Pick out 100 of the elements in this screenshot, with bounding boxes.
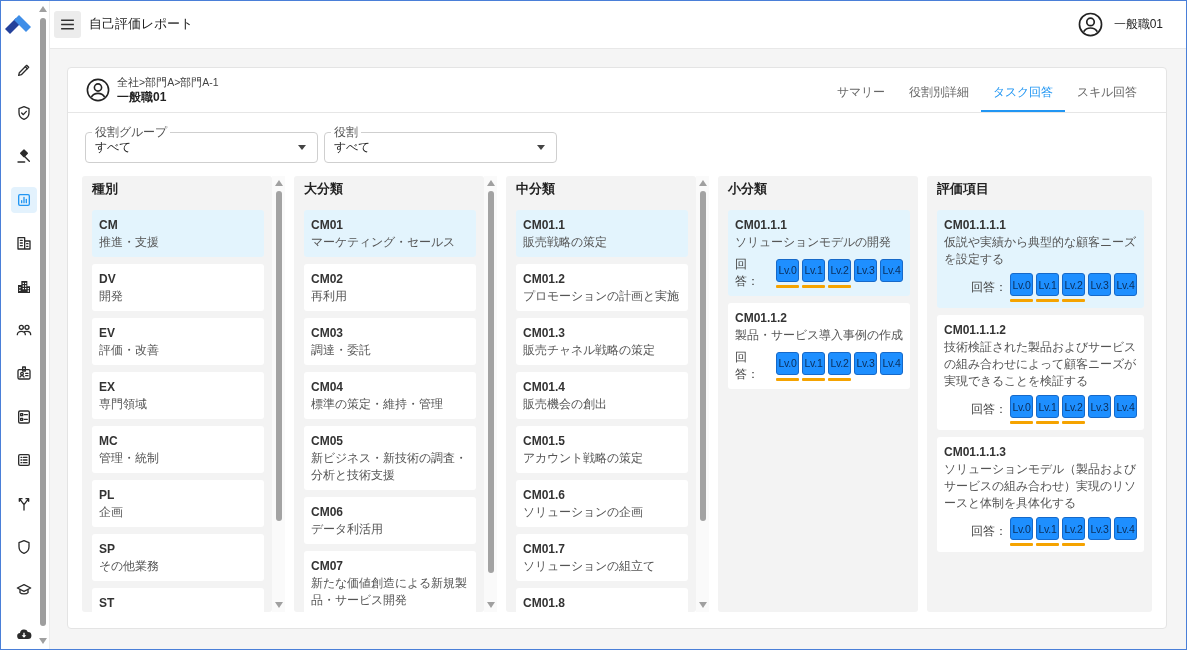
list-card[interactable]: CM01.1.1.1 仮説や実績から典型的な顧客ニーズを設定する 回答： Lv.0 Lv.1 Lv.2 Lv.3 Lv.4: [937, 210, 1144, 308]
level-button[interactable]: Lv.0: [1010, 517, 1033, 540]
list-card[interactable]: MC 管理・統制: [92, 426, 264, 473]
level-button[interactable]: Lv.3: [1088, 395, 1111, 418]
scrollbar[interactable]: [272, 176, 285, 612]
level-button[interactable]: Lv.1: [802, 351, 825, 375]
item-code: DV: [99, 271, 117, 288]
scrollbar[interactable]: [484, 176, 497, 612]
list-card[interactable]: CM01.8: [516, 588, 688, 612]
dropdown[interactable]: 役割 すべて: [324, 125, 557, 163]
level-button[interactable]: Lv.1: [802, 258, 825, 282]
checklist-icon: [16, 408, 32, 425]
item-code: CM01.3: [523, 325, 567, 342]
list-card[interactable]: CM06 データ利活用: [304, 497, 476, 544]
level-button[interactable]: Lv.2: [828, 258, 851, 282]
list-card[interactable]: CM 推進・支援: [92, 210, 264, 257]
list-card[interactable]: CM01.1 販売戦略の策定: [516, 210, 688, 257]
level-button[interactable]: Lv.4: [1114, 395, 1137, 418]
item-code: CM01.1.1.2: [944, 322, 1008, 339]
scroll-up-icon[interactable]: [486, 180, 495, 186]
level-button[interactable]: Lv.2: [1062, 517, 1085, 540]
list-card[interactable]: CM01.7 ソリューションの組立て: [516, 534, 688, 581]
item-code: CM01.2: [523, 271, 567, 288]
level-button[interactable]: Lv.0: [1010, 273, 1033, 296]
scroll-down-icon[interactable]: [486, 602, 495, 608]
item-code: EV: [99, 325, 116, 342]
item-code: SP: [99, 541, 116, 558]
bar-chart-icon: [16, 191, 32, 208]
item-code: CM01: [311, 217, 344, 234]
list-card[interactable]: EX 専門領域: [92, 372, 264, 419]
level-button[interactable]: Lv.2: [1062, 395, 1085, 418]
level-button[interactable]: Lv.3: [1088, 517, 1111, 540]
menu-button[interactable]: [54, 11, 81, 38]
list-card[interactable]: PL 企画: [92, 480, 264, 527]
level-button[interactable]: Lv.2: [1062, 273, 1085, 296]
scroll-down-icon[interactable]: [39, 638, 47, 644]
item-code: CM02: [311, 271, 344, 288]
level-button[interactable]: Lv.4: [1114, 517, 1137, 540]
tab[interactable]: サマリー: [825, 74, 897, 112]
level-button[interactable]: Lv.2: [828, 351, 851, 375]
level-button[interactable]: Lv.0: [1010, 395, 1033, 418]
list-card[interactable]: CM04 標準の策定・維持・管理: [304, 372, 476, 419]
list-card[interactable]: CM07 新たな価値創造による新規製品・サービス開発: [304, 551, 476, 612]
list-card[interactable]: CM02 再利用: [304, 264, 476, 311]
list-card[interactable]: DV 開発: [92, 264, 264, 311]
level-button[interactable]: Lv.1: [1036, 395, 1059, 418]
list-card[interactable]: CM01.1.1.2 技術検証された製品およびサービスの組み合わせによって顧客ニーズが実現できることを検証する 回答： Lv.0 Lv.1 Lv.2 Lv.3 Lv.4: [937, 315, 1144, 430]
item-code: CM01.5: [523, 433, 567, 450]
tab[interactable]: 役割別詳細: [897, 74, 981, 112]
scrollbar[interactable]: [696, 176, 709, 612]
dropdown[interactable]: 役割グループ すべて: [85, 125, 318, 163]
level-button[interactable]: Lv.4: [1114, 273, 1137, 296]
list-card[interactable]: CM01.1.2 製品・サービス導入事例の作成 回答： Lv.0 Lv.1 Lv.2 Lv.3 Lv.4: [728, 303, 910, 389]
level-button[interactable]: Lv.3: [1088, 273, 1111, 296]
level-button[interactable]: Lv.3: [854, 351, 877, 375]
level-button[interactable]: Lv.1: [1036, 517, 1059, 540]
scroll-up-icon[interactable]: [274, 180, 283, 186]
list-card[interactable]: CM01.5 アカウント戦略の策定: [516, 426, 688, 473]
answer-label: 回答：: [971, 401, 1007, 418]
list-card[interactable]: CM05 新ビジネス・新技術の調査・分析と技術支援: [304, 426, 476, 490]
item-code: CM07: [311, 558, 344, 575]
scroll-up-icon[interactable]: [698, 180, 707, 186]
scrollbar-thumb[interactable]: [40, 18, 46, 626]
scrollbar-thumb[interactable]: [699, 191, 706, 521]
scroll-down-icon[interactable]: [698, 602, 707, 608]
id-badge-icon: [16, 365, 32, 382]
list-card[interactable]: CM01.2 プロモーションの計画と実施: [516, 264, 688, 311]
item-code: MC: [99, 433, 119, 450]
scroll-down-icon[interactable]: [274, 602, 283, 608]
list-card[interactable]: SP その他業務: [92, 534, 264, 581]
item-code: CM01.1.1: [735, 217, 789, 234]
user-name[interactable]: 一般職01: [1113, 16, 1163, 33]
list-card[interactable]: CM01.3 販売チャネル戦略の策定: [516, 318, 688, 365]
list-card[interactable]: CM03 調達・委託: [304, 318, 476, 365]
level-button[interactable]: Lv.3: [854, 258, 877, 282]
level-button[interactable]: Lv.4: [880, 351, 903, 375]
scrollbar-thumb[interactable]: [487, 191, 494, 573]
list-card[interactable]: ST: [92, 588, 264, 612]
column-title: 大分類: [304, 180, 343, 198]
column-title: 小分類: [728, 180, 767, 198]
account-icon[interactable]: [1077, 12, 1103, 37]
item-name: 製品・サービス導入事例の作成: [735, 327, 903, 344]
level-button[interactable]: Lv.0: [776, 258, 799, 282]
item-code: CM05: [311, 433, 344, 450]
list-card[interactable]: CM01 マーケティング・セールス: [304, 210, 476, 257]
list-card[interactable]: CM01.4 販売機会の創出: [516, 372, 688, 419]
tab[interactable]: スキル回答: [1065, 74, 1149, 112]
level-button[interactable]: Lv.0: [776, 351, 799, 375]
item-name: 販売戦略の策定: [523, 234, 608, 251]
caret-down-icon: [298, 145, 306, 150]
list-card[interactable]: CM01.1.1 ソリューションモデルの開発 回答： Lv.0 Lv.1 Lv.2 Lv.3 Lv.4: [728, 210, 910, 296]
list-card[interactable]: CM01.6 ソリューションの企画: [516, 480, 688, 527]
scroll-up-icon[interactable]: [39, 6, 47, 12]
item-code: CM03: [311, 325, 344, 342]
list-card[interactable]: CM01.1.1.3 ソリューションモデル（製品およびサービスの組み合わせ）実現のリソースと体制を具体化する 回答： Lv.0 Lv.1 Lv.2 Lv.3 Lv.4: [937, 437, 1144, 552]
item-code: CM04: [311, 379, 344, 396]
level-button[interactable]: Lv.4: [880, 258, 903, 282]
scrollbar-thumb[interactable]: [275, 191, 282, 521]
list-card[interactable]: EV 評価・改善: [92, 318, 264, 365]
level-button[interactable]: Lv.1: [1036, 273, 1059, 296]
